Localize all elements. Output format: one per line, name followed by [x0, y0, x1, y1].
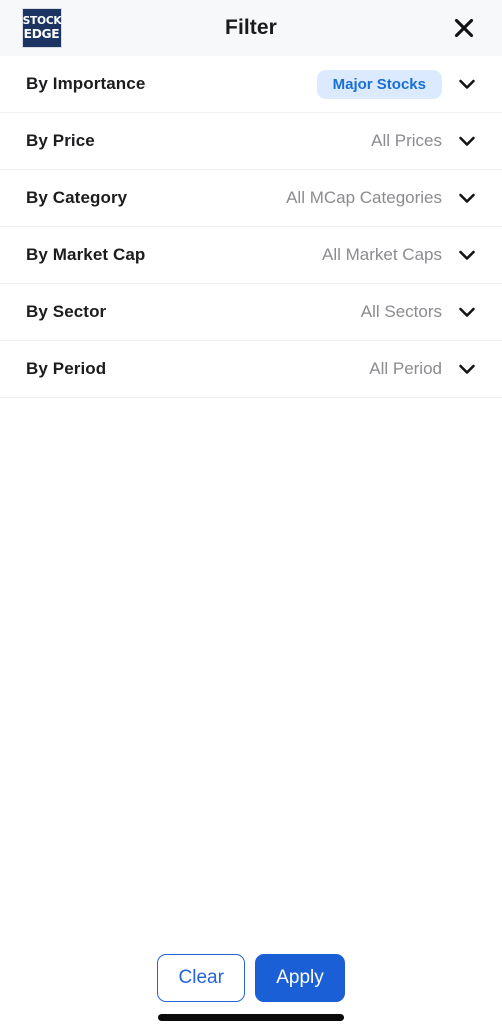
filter-row-by-sector[interactable]: By Sector All Sectors: [0, 284, 502, 341]
filter-row-by-market-cap[interactable]: By Market Cap All Market Caps: [0, 227, 502, 284]
app-header: STOCK EDGE Filter: [0, 0, 502, 56]
filter-value: All Prices: [371, 131, 442, 150]
filter-row-right: All Market Caps: [322, 242, 480, 268]
filter-label: By Category: [26, 188, 128, 207]
filter-value: All Sectors: [360, 302, 442, 321]
logo-line-2: EDGE: [24, 26, 60, 41]
filter-screen: STOCK EDGE Filter By Importance Major St…: [0, 0, 502, 1024]
chevron-down-icon[interactable]: [454, 185, 480, 211]
filter-row-right: Major Stocks: [316, 69, 480, 99]
filter-label: By Sector: [26, 302, 107, 321]
filter-row-by-period[interactable]: By Period All Period: [0, 341, 502, 398]
filter-label: By Importance: [26, 74, 146, 93]
filter-value: All Period: [369, 359, 442, 378]
filter-row-right: All Prices: [371, 128, 480, 154]
chevron-down-icon[interactable]: [454, 128, 480, 154]
close-button[interactable]: [444, 8, 484, 48]
filter-row-by-importance[interactable]: By Importance Major Stocks: [0, 56, 502, 113]
filter-actions: Clear Apply: [0, 954, 502, 1010]
filter-label: By Price: [26, 131, 95, 150]
filter-row-by-price[interactable]: By Price All Prices: [0, 113, 502, 170]
page-title: Filter: [225, 16, 277, 39]
filter-value: All MCap Categories: [286, 188, 442, 207]
filter-label: By Market Cap: [26, 245, 146, 264]
stockedge-logo: STOCK EDGE: [22, 8, 62, 48]
filter-label: By Period: [26, 359, 107, 378]
filter-row-right: All Sectors: [361, 299, 480, 325]
chevron-down-icon[interactable]: [454, 356, 480, 382]
clear-button[interactable]: Clear: [157, 954, 246, 1002]
home-indicator[interactable]: [158, 1013, 344, 1021]
chevron-down-icon[interactable]: [454, 71, 480, 97]
filter-row-by-category[interactable]: By Category All MCap Categories: [0, 170, 502, 227]
filter-row-right: All MCap Categories: [286, 185, 480, 211]
chevron-down-icon[interactable]: [454, 299, 480, 325]
filter-list: By Importance Major Stocks By Price All …: [0, 56, 502, 676]
filter-value-badge[interactable]: Major Stocks: [316, 69, 442, 99]
filter-value: All Market Caps: [322, 245, 442, 264]
filter-row-right: All Period: [369, 356, 480, 382]
logo-line-1: STOCK: [22, 15, 62, 28]
close-icon: [451, 15, 477, 41]
apply-button[interactable]: Apply: [255, 954, 345, 1002]
chevron-down-icon[interactable]: [454, 242, 480, 268]
home-indicator-area: [0, 1010, 502, 1024]
